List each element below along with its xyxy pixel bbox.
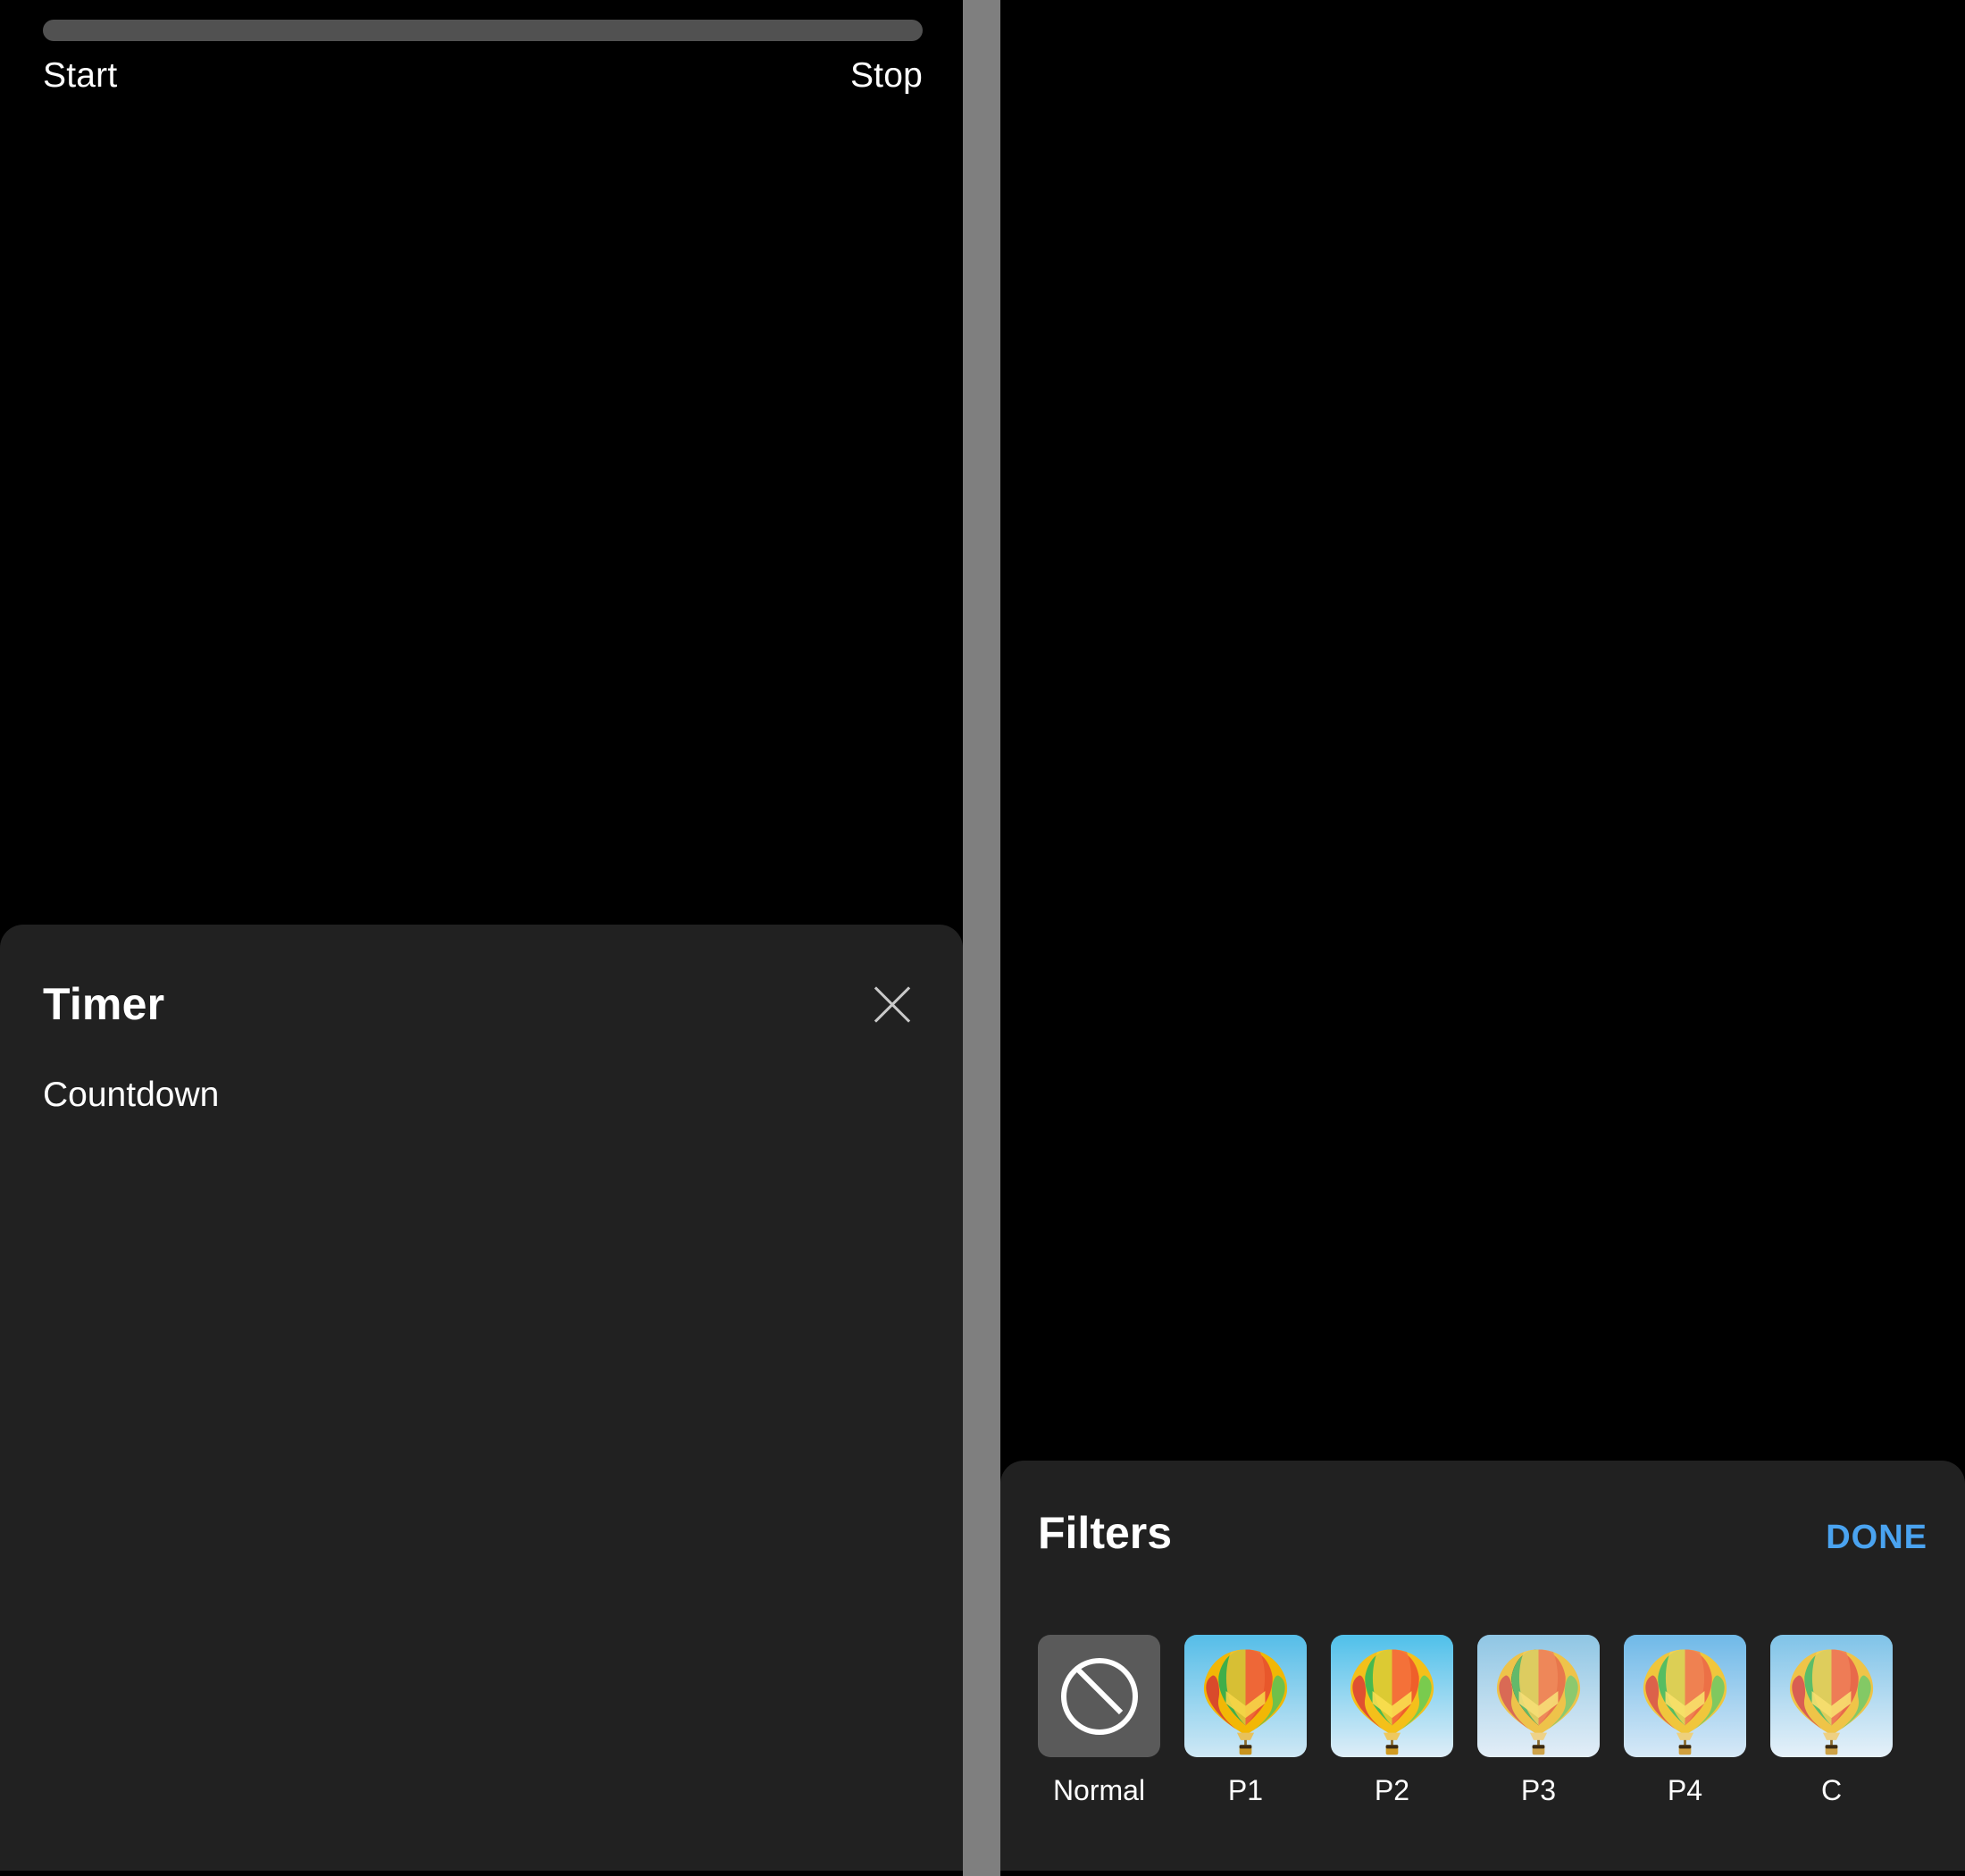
timer-sheet-header: Timer xyxy=(43,976,920,1032)
filter-label: C xyxy=(1820,1774,1843,1806)
filters-title: Filters xyxy=(1038,1508,1173,1558)
balloon-thumbnail xyxy=(1477,1635,1600,1757)
camera-viewfinder xyxy=(0,107,963,925)
recording-stop-label: Stop xyxy=(849,56,923,95)
filter-label: P1 xyxy=(1227,1774,1264,1806)
filter-item-p2[interactable]: P2 xyxy=(1331,1635,1453,1867)
filters-sheet-header: Filters DONE xyxy=(1038,1507,1927,1559)
right-pane-bottom-edge xyxy=(1000,1871,1965,1876)
balloon-thumbnail xyxy=(1624,1635,1746,1757)
filter-item-normal[interactable]: Normal xyxy=(1038,1635,1160,1867)
filter-label: Normal xyxy=(1052,1774,1146,1806)
balloon-thumbnail xyxy=(1770,1635,1893,1757)
filter-thumbnail-strip[interactable]: Normal P1 P2 P3 P4 C xyxy=(1038,1635,1965,1867)
filter-label: P3 xyxy=(1520,1774,1557,1806)
filter-item-c[interactable]: C xyxy=(1770,1635,1893,1867)
timer-sheet: Timer Countdown 3s 10s 20s Drag to chang… xyxy=(0,925,963,1876)
camera-viewfinder-right xyxy=(1000,0,1965,1461)
no-filter-icon xyxy=(1038,1635,1160,1757)
done-button[interactable]: DONE xyxy=(1826,1519,1927,1557)
close-icon[interactable] xyxy=(865,976,920,1032)
filter-item-p4[interactable]: P4 xyxy=(1624,1635,1746,1867)
filter-label: P4 xyxy=(1667,1774,1703,1806)
filter-label: P2 xyxy=(1374,1774,1410,1806)
left-pane-camera-timer: Start Stop Timer Countdown 3s 10s 20s Dr… xyxy=(0,0,963,1876)
left-pane-bottom-edge xyxy=(0,1871,963,1876)
balloon-thumbnail xyxy=(1184,1635,1307,1757)
app-screen: Start Stop Timer Countdown 3s 10s 20s Dr… xyxy=(0,0,1965,1876)
balloon-thumbnail xyxy=(1331,1635,1453,1757)
pane-divider xyxy=(963,0,1000,1876)
timer-title: Timer xyxy=(43,979,165,1029)
recording-endpoint-labels: Start Stop xyxy=(43,55,923,96)
countdown-label: Countdown xyxy=(43,1076,220,1114)
filter-item-p3[interactable]: P3 xyxy=(1477,1635,1600,1867)
recording-start-label: Start xyxy=(43,56,118,95)
right-pane-camera-filters: Filters DONE Normal P1 P2 P3 P4 C xyxy=(1000,0,1965,1876)
recording-progress-bar[interactable] xyxy=(43,20,923,41)
filters-sheet: Filters DONE Normal P1 P2 P3 P4 C xyxy=(1000,1461,1965,1876)
filter-item-p1[interactable]: P1 xyxy=(1184,1635,1307,1867)
